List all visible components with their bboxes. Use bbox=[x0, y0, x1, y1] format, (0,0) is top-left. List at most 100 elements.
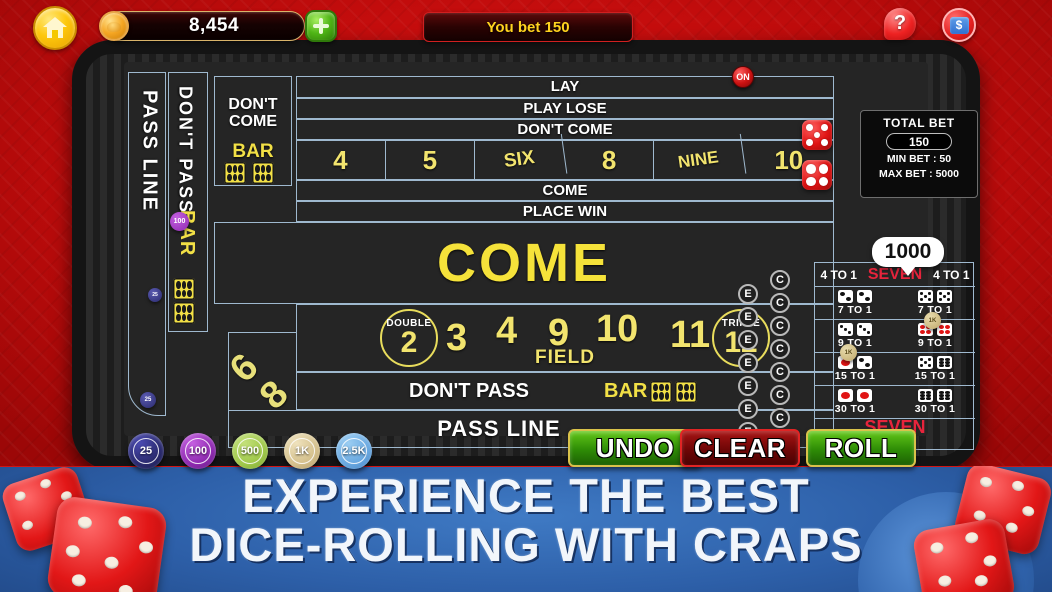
clear-label: CLEAR bbox=[693, 432, 787, 463]
craps-twelve-odds: 30 TO 1 bbox=[914, 403, 956, 415]
dont-come-label: DON'T COME bbox=[228, 96, 278, 130]
field-number-10[interactable]: 10 bbox=[596, 308, 638, 351]
c-circle-3[interactable]: C bbox=[770, 316, 790, 336]
place-number-4[interactable]: 4 bbox=[296, 140, 386, 180]
chip-100[interactable]: 100 bbox=[180, 433, 216, 469]
home-door-icon bbox=[52, 30, 58, 38]
bet-tooltip-value: 1000 bbox=[884, 240, 932, 263]
chip-2.5k-value: 2.5K bbox=[342, 445, 366, 457]
dont-pass-bar-group: BAR bbox=[604, 380, 698, 403]
banner-line-2: DICE-ROLLING WITH CRAPS bbox=[189, 518, 863, 571]
chip-500[interactable]: 500 bbox=[232, 433, 268, 469]
dont-come-bar-text: BAR bbox=[232, 141, 274, 162]
hard-ten-dice bbox=[918, 290, 952, 303]
dont-pass-row-label: DON'T PASS bbox=[409, 379, 529, 402]
bet-message-banner: You bet 150 bbox=[423, 12, 633, 42]
white-die-five-c bbox=[918, 356, 933, 369]
hardways-row-2: 9 TO 1 9 TO 1 bbox=[815, 320, 975, 353]
come-row-label: COME bbox=[542, 181, 588, 199]
c-circle-6[interactable]: C bbox=[770, 385, 790, 405]
hard-four-bet[interactable]: 7 TO 1 bbox=[815, 287, 895, 319]
yellow-die-icon-e bbox=[650, 380, 673, 403]
clear-button[interactable]: CLEAR bbox=[680, 429, 800, 467]
e-circle-3[interactable]: E bbox=[738, 330, 758, 350]
red-die-five-icon[interactable] bbox=[802, 120, 832, 150]
c-circle-7[interactable]: C bbox=[770, 408, 790, 428]
home-button[interactable] bbox=[33, 6, 77, 50]
red-pip-die-one-a bbox=[838, 389, 853, 402]
red-pip-die-one-b bbox=[857, 389, 872, 402]
placed-chip-dont-pass[interactable]: 100 bbox=[170, 212, 189, 231]
c-circle-5[interactable]: C bbox=[770, 362, 790, 382]
undo-label: UNDO bbox=[595, 432, 675, 463]
hard-four-odds: 7 TO 1 bbox=[837, 304, 873, 316]
balance-value: 8,454 bbox=[188, 15, 240, 36]
e-circle-6[interactable]: E bbox=[738, 399, 758, 419]
white-die-five-a bbox=[918, 290, 933, 303]
roll-button[interactable]: ROLL bbox=[806, 429, 916, 467]
placed-chip-pass-line-b[interactable]: 25 bbox=[140, 392, 156, 408]
place-number-8[interactable]: 8 bbox=[565, 140, 655, 180]
pass-line-vertical-label: PASS LINE bbox=[138, 90, 161, 213]
chip-25[interactable]: 25 bbox=[128, 433, 164, 469]
white-die-six-a bbox=[937, 356, 952, 369]
white-die-six-b bbox=[918, 389, 933, 402]
placed-chip-pass-line-a[interactable]: 25 bbox=[148, 288, 162, 302]
balance-bar[interactable]: 8,454 bbox=[105, 11, 305, 41]
place-win-label: PLACE WIN bbox=[522, 202, 608, 220]
c-circle-1[interactable]: C bbox=[770, 270, 790, 290]
chip-500-value: 500 bbox=[240, 445, 260, 457]
question-mark-icon: ? bbox=[884, 8, 916, 40]
white-die-two-c bbox=[857, 356, 872, 369]
hard-six-dice bbox=[838, 323, 872, 336]
c-circle-4[interactable]: C bbox=[770, 339, 790, 359]
promo-banner: EXPERIENCE THE BEST DICE-ROLLING WITH CR… bbox=[0, 466, 1052, 592]
placed-chip-hard-six[interactable]: 1K bbox=[840, 344, 857, 361]
craps-eleven-dice bbox=[918, 356, 952, 369]
e-circle-4[interactable]: E bbox=[738, 353, 758, 373]
placed-chip-hard-ten[interactable]: 1K bbox=[924, 312, 941, 329]
field-number-4[interactable]: 4 bbox=[496, 310, 517, 353]
e-circle-1[interactable]: E bbox=[738, 284, 758, 304]
white-die-two-b bbox=[857, 290, 872, 303]
e-circle-2[interactable]: E bbox=[738, 307, 758, 327]
app-root: 8,454 You bet 150 ? $ ON PASS LINE DON'T… bbox=[0, 0, 1052, 592]
craps-twelve-dice bbox=[918, 389, 952, 402]
min-bet-label: MIN BET : 50 bbox=[886, 153, 952, 165]
chip-100-value: 100 bbox=[188, 445, 208, 457]
chip-2.5k[interactable]: 2.5K bbox=[336, 433, 372, 469]
place-number-5[interactable]: 5 bbox=[386, 140, 476, 180]
hardways-row-3: 15 TO 1 15 TO 1 bbox=[815, 353, 975, 386]
hard-four-dice bbox=[838, 290, 872, 303]
craps-table: ON PASS LINE DON'T PASS BAR 100 25 25 DO… bbox=[72, 40, 980, 470]
red-die-four-icon[interactable] bbox=[802, 160, 832, 190]
chip-1k[interactable]: 1K bbox=[284, 433, 320, 469]
banner-line-1: EXPERIENCE THE BEST bbox=[242, 469, 810, 522]
play-lose-label: PLAY LOSE bbox=[523, 99, 607, 117]
white-die-three-b bbox=[857, 323, 872, 336]
hardways-top-left-odds: 4 TO 1 bbox=[820, 267, 857, 282]
hardways-row-1: 7 TO 1 7 TO 1 bbox=[815, 287, 975, 320]
white-die-five-b bbox=[937, 290, 952, 303]
craps-two-bet[interactable]: 30 TO 1 bbox=[815, 386, 895, 418]
add-coins-button[interactable] bbox=[305, 10, 337, 42]
chip-1k-value: 1K bbox=[294, 445, 310, 457]
coin-icon bbox=[99, 11, 129, 41]
on-puck[interactable]: ON bbox=[732, 66, 754, 88]
bet-message-text: You bet 150 bbox=[486, 18, 570, 36]
craps-eleven-bet[interactable]: 15 TO 1 bbox=[895, 353, 975, 385]
dont-come-row-label: DON'T COME bbox=[517, 120, 613, 138]
hardways-top-right-odds: 4 TO 1 bbox=[933, 267, 970, 282]
home-icon bbox=[43, 17, 67, 39]
cashier-button[interactable]: $ bbox=[942, 8, 976, 42]
yellow-die-icon-d bbox=[252, 162, 274, 184]
white-die-six-c bbox=[937, 389, 952, 402]
max-bet-label: MAX BET : 5000 bbox=[879, 168, 959, 180]
craps-twelve-bet[interactable]: 30 TO 1 bbox=[895, 386, 975, 418]
e-circle-5[interactable]: E bbox=[738, 376, 758, 396]
hard-eight-odds: 9 TO 1 bbox=[917, 337, 953, 349]
help-button[interactable]: ? bbox=[884, 8, 916, 40]
c-circle-2[interactable]: C bbox=[770, 293, 790, 313]
help-label: ? bbox=[893, 12, 907, 34]
total-bet-panel: TOTAL BET 150 MIN BET : 50 MAX BET : 500… bbox=[860, 110, 978, 198]
